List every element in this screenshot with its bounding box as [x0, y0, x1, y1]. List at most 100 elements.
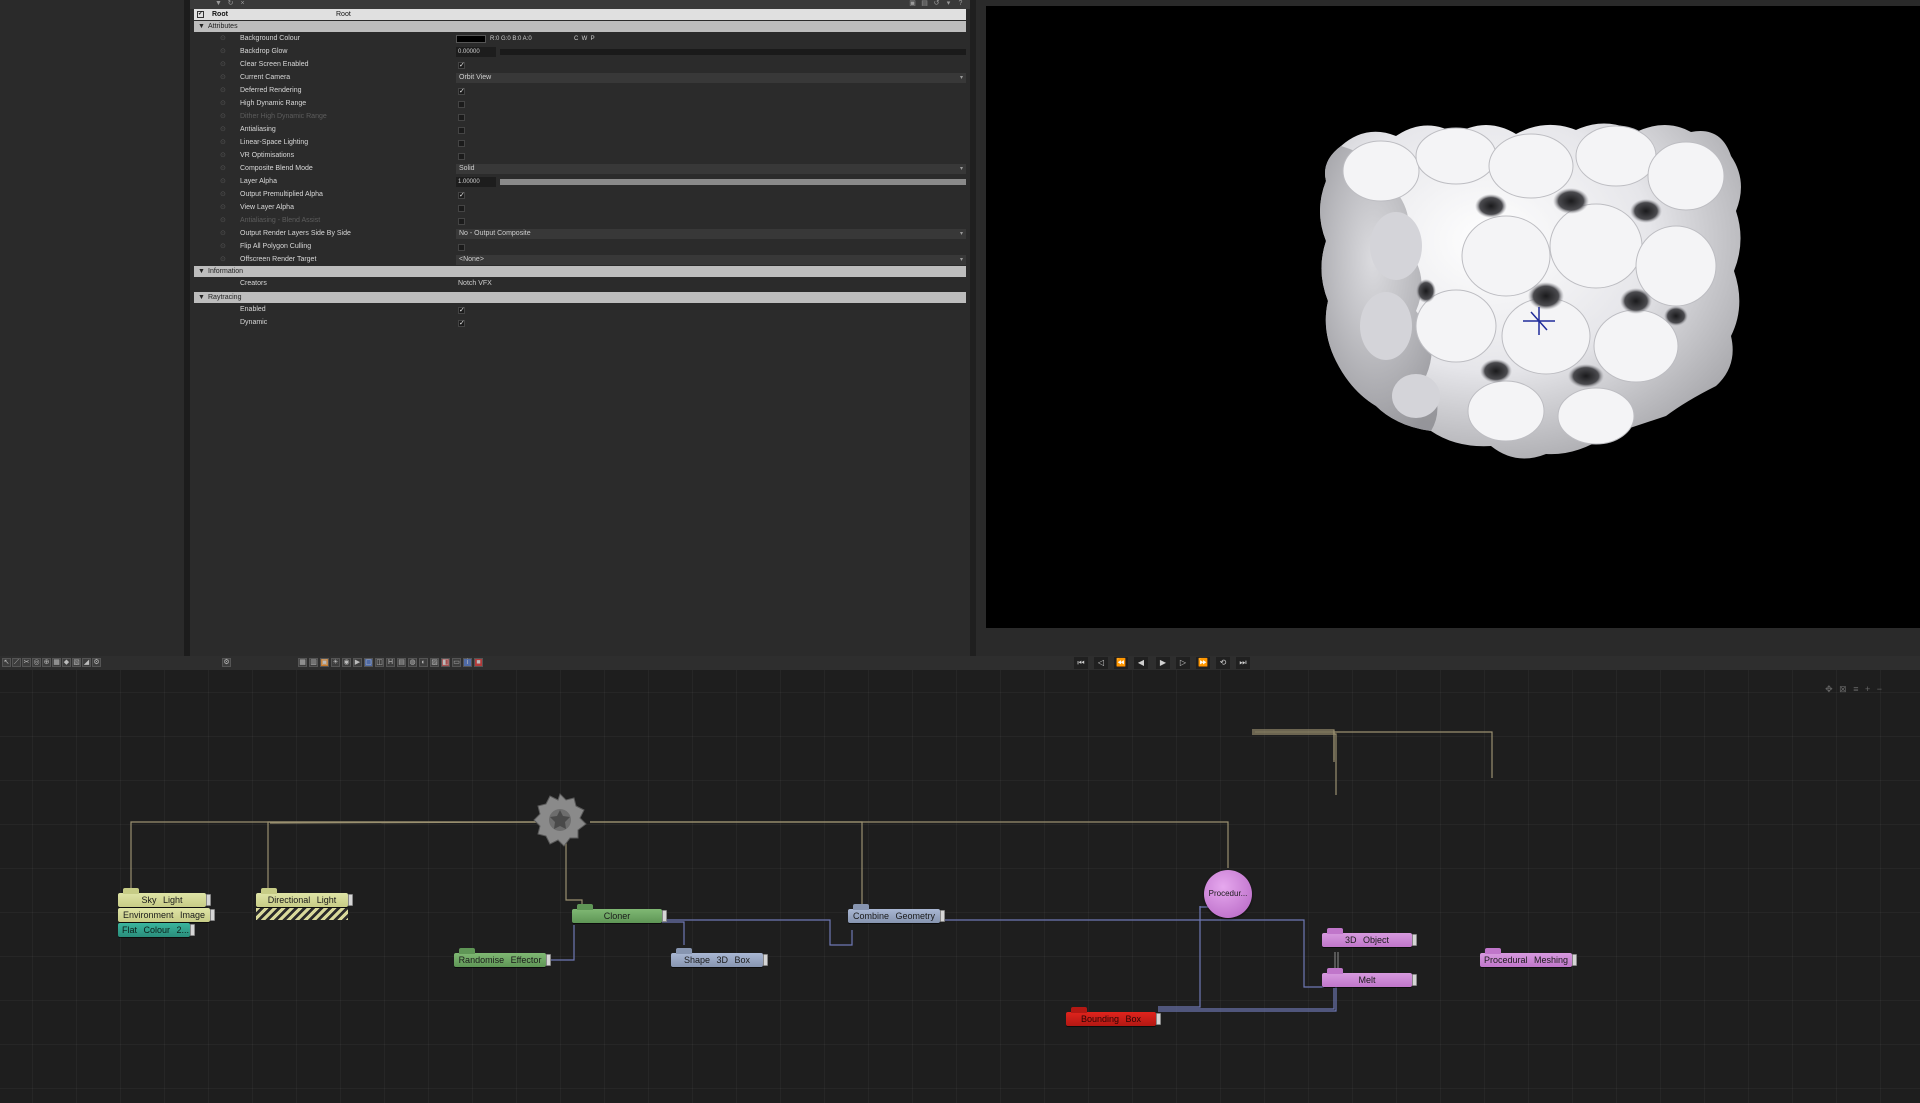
- cut-tool-icon[interactable]: ✂: [22, 658, 31, 667]
- hd-icon[interactable]: H: [386, 658, 395, 667]
- render-viewport[interactable]: [986, 6, 1920, 628]
- property-dropdown[interactable]: Orbit View ▾: [456, 73, 966, 83]
- filter-icon[interactable]: ▼: [214, 0, 223, 8]
- keyframe-icon[interactable]: ⊙: [220, 124, 226, 136]
- skip-end-icon[interactable]: ⏭: [1236, 657, 1250, 669]
- keyframe-icon[interactable]: ⊙: [220, 72, 226, 84]
- rewind-icon[interactable]: ⏪: [1114, 657, 1128, 669]
- keyframe-icon[interactable]: ⊙: [220, 163, 226, 175]
- undo-icon[interactable]: ↺: [932, 0, 941, 8]
- image-icon[interactable]: ▨: [430, 658, 439, 667]
- frame-forward-icon[interactable]: ▷: [1176, 657, 1190, 669]
- keyframe-icon[interactable]: ⊙: [220, 137, 226, 149]
- property-checkbox[interactable]: [458, 101, 465, 108]
- property-checkbox[interactable]: ✓: [458, 88, 465, 95]
- fast-forward-icon[interactable]: ⏩: [1196, 657, 1210, 669]
- collapse-triangle-icon[interactable]: ▼: [198, 21, 205, 32]
- node-graph[interactable]: ✥ ⊠ ≡ + − Sky Light Environment Image Fl…: [0, 670, 1920, 1103]
- property-dropdown[interactable]: No - Output Composite ▾: [456, 229, 966, 239]
- property-slider[interactable]: [500, 49, 966, 55]
- node-melt[interactable]: Melt: [1322, 968, 1417, 987]
- node-bounding-box[interactable]: Bounding Box: [1066, 1007, 1161, 1026]
- property-number-input[interactable]: 1.00000: [456, 177, 496, 187]
- keyframe-icon[interactable]: ⊙: [220, 241, 226, 253]
- property-checkbox[interactable]: [458, 140, 465, 147]
- keyframe-icon[interactable]: ⊙: [220, 202, 226, 214]
- render-mode-icon[interactable]: ▣: [320, 658, 329, 667]
- keyframe-icon[interactable]: ⊙: [220, 228, 226, 240]
- keyframe-icon[interactable]: ⊙: [220, 33, 226, 45]
- keyframe-icon[interactable]: ⊙: [220, 98, 226, 110]
- node-tool-icon[interactable]: ◆: [62, 658, 71, 667]
- stop-icon[interactable]: ■: [474, 658, 483, 667]
- section-attributes[interactable]: ▼ Attributes: [194, 21, 966, 32]
- select-tool-icon[interactable]: ↖: [2, 658, 11, 667]
- keyframe-icon[interactable]: ⊙: [220, 150, 226, 162]
- keyframe-icon[interactable]: ⊙: [220, 176, 226, 188]
- node-shape-3d-box[interactable]: Shape 3D Box: [671, 948, 768, 967]
- refresh-icon[interactable]: ↻: [226, 0, 235, 8]
- frame-back-icon[interactable]: ◀: [1134, 657, 1148, 669]
- loop-icon[interactable]: ⟲: [1216, 657, 1230, 669]
- keyframe-icon[interactable]: ⊙: [220, 254, 226, 266]
- close-icon[interactable]: ×: [238, 0, 247, 8]
- node-3d-object[interactable]: 3D Object: [1322, 928, 1417, 947]
- property-checkbox[interactable]: ✓: [458, 192, 465, 199]
- layer-tool-icon[interactable]: ▧: [72, 658, 81, 667]
- property-dropdown[interactable]: <None> ▾: [456, 255, 966, 265]
- section-information[interactable]: ▼ Information: [194, 266, 966, 277]
- view-split-icon[interactable]: ▥: [309, 658, 318, 667]
- keyframe-icon[interactable]: ⊙: [220, 46, 226, 58]
- keyframe-icon[interactable]: ⊙: [220, 111, 226, 123]
- step-back-icon[interactable]: ◁: [1094, 657, 1108, 669]
- wire-icon[interactable]: ◫: [375, 658, 384, 667]
- property-dropdown[interactable]: Solid ▾: [456, 164, 966, 174]
- keyframe-icon[interactable]: ⊙: [220, 85, 226, 97]
- keyframe-icon[interactable]: ⊙: [220, 189, 226, 201]
- keyframe-icon[interactable]: ⊙: [220, 215, 226, 227]
- root-row[interactable]: ✓ Root Root: [194, 9, 966, 20]
- mask-icon[interactable]: ◐: [419, 658, 428, 667]
- property-checkbox[interactable]: ✓: [458, 307, 465, 314]
- node-directional-light[interactable]: Directional Light: [256, 888, 353, 907]
- settings-icon[interactable]: ⚙: [222, 658, 231, 667]
- snap-tool-icon[interactable]: ◎: [32, 658, 41, 667]
- collapse-triangle-icon[interactable]: ▼: [198, 292, 205, 303]
- view-grid-icon[interactable]: ▦: [298, 658, 307, 667]
- light-mode-icon[interactable]: ☀: [331, 658, 340, 667]
- gear-small-icon[interactable]: ⚙: [92, 658, 101, 667]
- camera-icon[interactable]: ◉: [342, 658, 351, 667]
- node-flat-colour[interactable]: Flat Colour 2...: [118, 923, 195, 937]
- colour-swatch[interactable]: [456, 35, 486, 43]
- node-combine-geometry[interactable]: Combine Geometry: [848, 904, 945, 923]
- skip-start-icon[interactable]: ⏮: [1074, 657, 1088, 669]
- property-checkbox[interactable]: [458, 114, 465, 121]
- collapse-triangle-icon[interactable]: ▼: [198, 266, 205, 277]
- property-checkbox[interactable]: [458, 153, 465, 160]
- node-procedural-meshing[interactable]: Procedural Meshing: [1480, 948, 1577, 967]
- property-checkbox[interactable]: [458, 244, 465, 251]
- help-icon[interactable]: ?: [956, 0, 965, 8]
- lock-icon[interactable]: ▣: [908, 0, 917, 8]
- info-icon[interactable]: i: [463, 658, 472, 667]
- node-procedural[interactable]: Procedur...: [1204, 870, 1252, 918]
- link-tool-icon[interactable]: ⟋: [12, 658, 21, 667]
- property-checkbox[interactable]: [458, 127, 465, 134]
- group-tool-icon[interactable]: ▦: [52, 658, 61, 667]
- node-sky-light[interactable]: Sky Light: [118, 888, 211, 907]
- property-checkbox[interactable]: [458, 205, 465, 212]
- property-checkbox[interactable]: [458, 218, 465, 225]
- play-mode-icon[interactable]: ▶: [353, 658, 362, 667]
- pin-icon[interactable]: ▾: [944, 0, 953, 8]
- node-environment-image[interactable]: Environment Image: [118, 908, 215, 922]
- globe-icon[interactable]: ◍: [408, 658, 417, 667]
- root-enabled-checkbox[interactable]: ✓: [197, 11, 204, 18]
- property-checkbox[interactable]: ✓: [458, 62, 465, 69]
- bounds-icon[interactable]: ▢: [364, 658, 373, 667]
- property-checkbox[interactable]: ✓: [458, 320, 465, 327]
- record-icon[interactable]: ◧: [441, 658, 450, 667]
- section-raytracing[interactable]: ▼ Raytracing: [194, 292, 966, 303]
- copy-icon[interactable]: ▤: [920, 0, 929, 8]
- colour-mode-buttons[interactable]: C W P: [574, 33, 595, 45]
- keyframe-icon[interactable]: ⊙: [220, 59, 226, 71]
